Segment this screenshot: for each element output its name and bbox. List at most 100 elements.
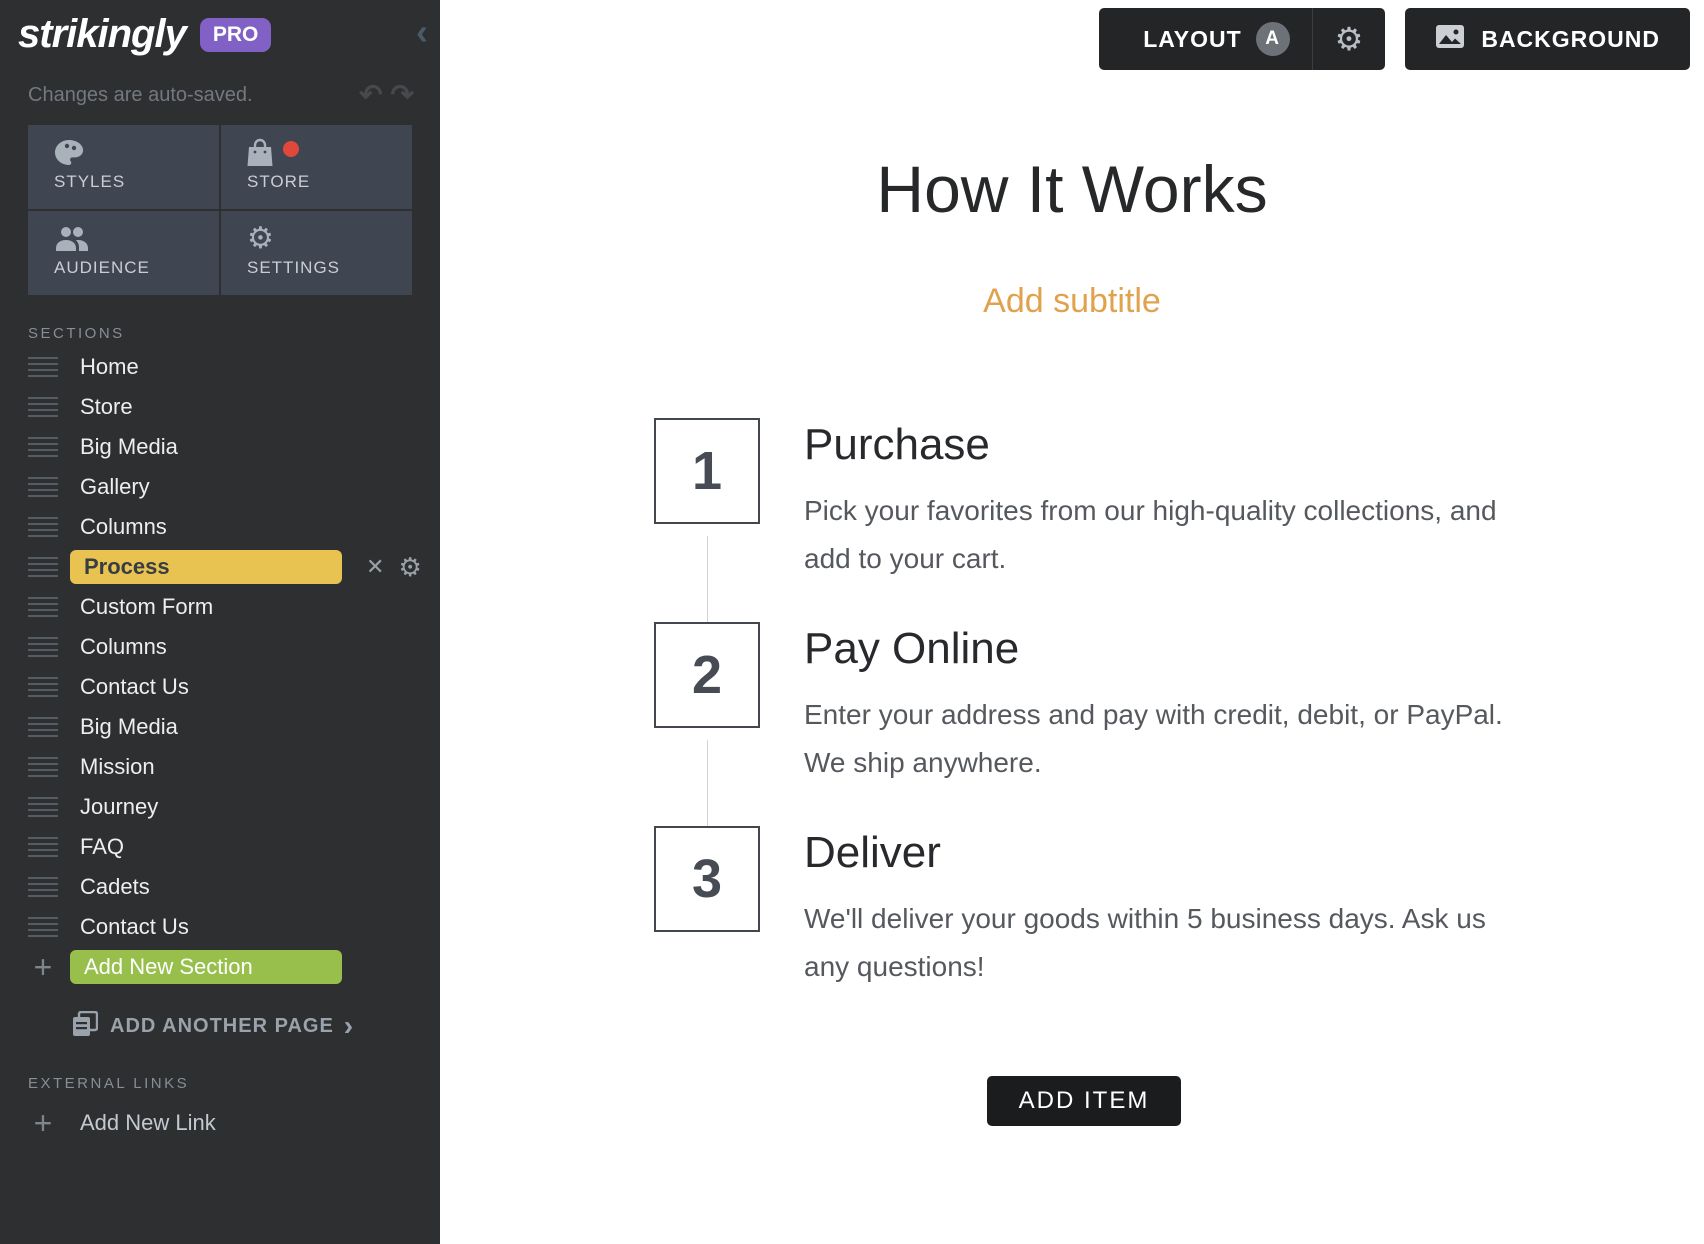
sidebar-item-custom-form[interactable]: Custom Form bbox=[0, 587, 440, 627]
drag-handle-icon[interactable] bbox=[28, 557, 58, 577]
sidebar-tile-menu: STYLES STORE bbox=[28, 125, 412, 295]
sidebar-item-cadets[interactable]: Cadets bbox=[0, 867, 440, 907]
layout-label: LAYOUT bbox=[1143, 26, 1241, 53]
editor-canvas: LAYOUT A ⚙ BACKGROUND How It Works Add s… bbox=[440, 0, 1704, 1244]
section-label: Home bbox=[80, 354, 139, 380]
store-notification-dot bbox=[283, 141, 299, 157]
add-new-section-button[interactable]: + Add New Section bbox=[0, 947, 440, 987]
styles-label: STYLES bbox=[54, 172, 219, 192]
drag-handle-icon[interactable] bbox=[28, 837, 58, 857]
sidebar-item-columns[interactable]: Columns bbox=[0, 627, 440, 667]
section-label: FAQ bbox=[80, 834, 124, 860]
add-another-page-label: ADD ANOTHER PAGE bbox=[110, 1015, 334, 1038]
add-new-link-label: Add New Link bbox=[80, 1110, 216, 1136]
active-section-pill[interactable]: Process bbox=[70, 550, 342, 584]
steps-list: 1 Purchase Pick your favorites from our … bbox=[654, 418, 1514, 1126]
add-item-button[interactable]: ADD ITEM bbox=[987, 1076, 1182, 1126]
section-label: Custom Form bbox=[80, 594, 213, 620]
sidebar-item-faq[interactable]: FAQ bbox=[0, 827, 440, 867]
step-row-pay-online: 2 Pay Online Enter your address and pay … bbox=[654, 622, 1514, 826]
sidebar-item-mission[interactable]: Mission bbox=[0, 747, 440, 787]
step-connector-line bbox=[707, 536, 708, 622]
drag-handle-icon[interactable] bbox=[28, 477, 58, 497]
step-connector-line bbox=[707, 740, 708, 826]
collapse-sidebar-icon[interactable]: ‹ bbox=[416, 14, 428, 50]
step-title[interactable]: Purchase bbox=[804, 420, 1514, 471]
section-subtitle-placeholder[interactable]: Add subtitle bbox=[440, 281, 1704, 322]
section-label: Contact Us bbox=[80, 914, 189, 940]
close-icon[interactable]: ✕ bbox=[366, 556, 384, 578]
sidebar-item-big-media[interactable]: Big Media bbox=[0, 707, 440, 747]
image-icon bbox=[1435, 24, 1465, 55]
background-label: BACKGROUND bbox=[1481, 26, 1660, 53]
sidebar-item-columns[interactable]: Columns bbox=[0, 507, 440, 547]
gear-icon: ⚙ bbox=[247, 223, 412, 255]
drag-handle-icon[interactable] bbox=[28, 357, 58, 377]
drag-handle-icon[interactable] bbox=[28, 637, 58, 657]
autosave-row: Changes are auto-saved. ↶ ↷ bbox=[0, 81, 440, 109]
chevron-right-icon: › bbox=[344, 1012, 353, 1040]
step-description[interactable]: We'll deliver your goods within 5 busine… bbox=[804, 895, 1514, 991]
drag-handle-icon[interactable] bbox=[28, 397, 58, 417]
step-row-purchase: 1 Purchase Pick your favorites from our … bbox=[654, 418, 1514, 622]
plus-icon: + bbox=[28, 1107, 58, 1139]
sidebar-item-home[interactable]: Home bbox=[0, 347, 440, 387]
drag-handle-icon[interactable] bbox=[28, 757, 58, 777]
section-label: Columns bbox=[80, 514, 167, 540]
section-title[interactable]: How It Works bbox=[440, 150, 1704, 229]
add-new-link-button[interactable]: + Add New Link bbox=[0, 1103, 440, 1143]
sections-header: SECTIONS bbox=[28, 325, 412, 343]
drag-handle-icon[interactable] bbox=[28, 877, 58, 897]
audience-button[interactable]: AUDIENCE bbox=[28, 211, 219, 295]
section-label: Columns bbox=[80, 634, 167, 660]
step-description[interactable]: Pick your favorites from our high-qualit… bbox=[804, 487, 1514, 583]
sidebar-item-contact-us[interactable]: Contact Us bbox=[0, 907, 440, 947]
section-label: Journey bbox=[80, 794, 158, 820]
redo-icon[interactable]: ↷ bbox=[391, 81, 414, 109]
section-label: Gallery bbox=[80, 474, 150, 500]
step-number-box: 3 bbox=[654, 826, 760, 932]
step-row-deliver: 3 Deliver We'll deliver your goods withi… bbox=[654, 826, 1514, 1030]
section-label: Contact Us bbox=[80, 674, 189, 700]
drag-handle-icon[interactable] bbox=[28, 677, 58, 697]
drag-handle-icon[interactable] bbox=[28, 797, 58, 817]
undo-icon[interactable]: ↶ bbox=[359, 81, 382, 109]
background-button[interactable]: BACKGROUND bbox=[1405, 8, 1690, 70]
sidebar-item-store[interactable]: Store bbox=[0, 387, 440, 427]
section-settings-button[interactable]: ⚙ bbox=[1313, 8, 1386, 70]
add-new-section-pill[interactable]: Add New Section bbox=[70, 950, 342, 984]
store-button[interactable]: STORE bbox=[221, 125, 412, 209]
styles-button[interactable]: STYLES bbox=[28, 125, 219, 209]
process-section: How It Works Add subtitle 1 Purchase Pic… bbox=[440, 0, 1704, 1126]
gear-icon: ⚙ bbox=[1335, 20, 1364, 58]
editor-sidebar: strikingly PRO ‹ Changes are auto-saved. … bbox=[0, 0, 440, 1244]
section-label: Cadets bbox=[80, 874, 150, 900]
step-title[interactable]: Pay Online bbox=[804, 624, 1514, 675]
layout-button[interactable]: LAYOUT A bbox=[1099, 8, 1311, 70]
sidebar-item-big-media[interactable]: Big Media bbox=[0, 427, 440, 467]
sidebar-item-process[interactable]: Process ✕ ⚙ bbox=[0, 547, 440, 587]
autosave-status: Changes are auto-saved. bbox=[28, 84, 253, 107]
step-description[interactable]: Enter your address and pay with credit, … bbox=[804, 691, 1514, 787]
section-label: Big Media bbox=[80, 434, 178, 460]
pro-badge: PRO bbox=[200, 18, 272, 52]
layout-button-group: LAYOUT A ⚙ bbox=[1099, 8, 1385, 70]
gear-icon[interactable]: ⚙ bbox=[398, 554, 421, 580]
step-title[interactable]: Deliver bbox=[804, 828, 1514, 879]
drag-handle-icon[interactable] bbox=[28, 917, 58, 937]
step-number-box: 2 bbox=[654, 622, 760, 728]
add-another-page-button[interactable]: ADD ANOTHER PAGE › bbox=[72, 1011, 440, 1041]
settings-button[interactable]: ⚙ SETTINGS bbox=[221, 211, 412, 295]
drag-handle-icon[interactable] bbox=[28, 437, 58, 457]
bag-icon bbox=[247, 137, 412, 169]
pages-icon bbox=[72, 1011, 98, 1042]
sidebar-item-contact-us[interactable]: Contact Us bbox=[0, 667, 440, 707]
drag-handle-icon[interactable] bbox=[28, 517, 58, 537]
sidebar-item-journey[interactable]: Journey bbox=[0, 787, 440, 827]
sidebar-item-gallery[interactable]: Gallery bbox=[0, 467, 440, 507]
drag-handle-icon[interactable] bbox=[28, 597, 58, 617]
drag-handle-icon[interactable] bbox=[28, 717, 58, 737]
strikingly-logo: strikingly bbox=[18, 12, 186, 57]
palette-icon bbox=[54, 137, 219, 169]
plus-icon: + bbox=[28, 951, 58, 983]
